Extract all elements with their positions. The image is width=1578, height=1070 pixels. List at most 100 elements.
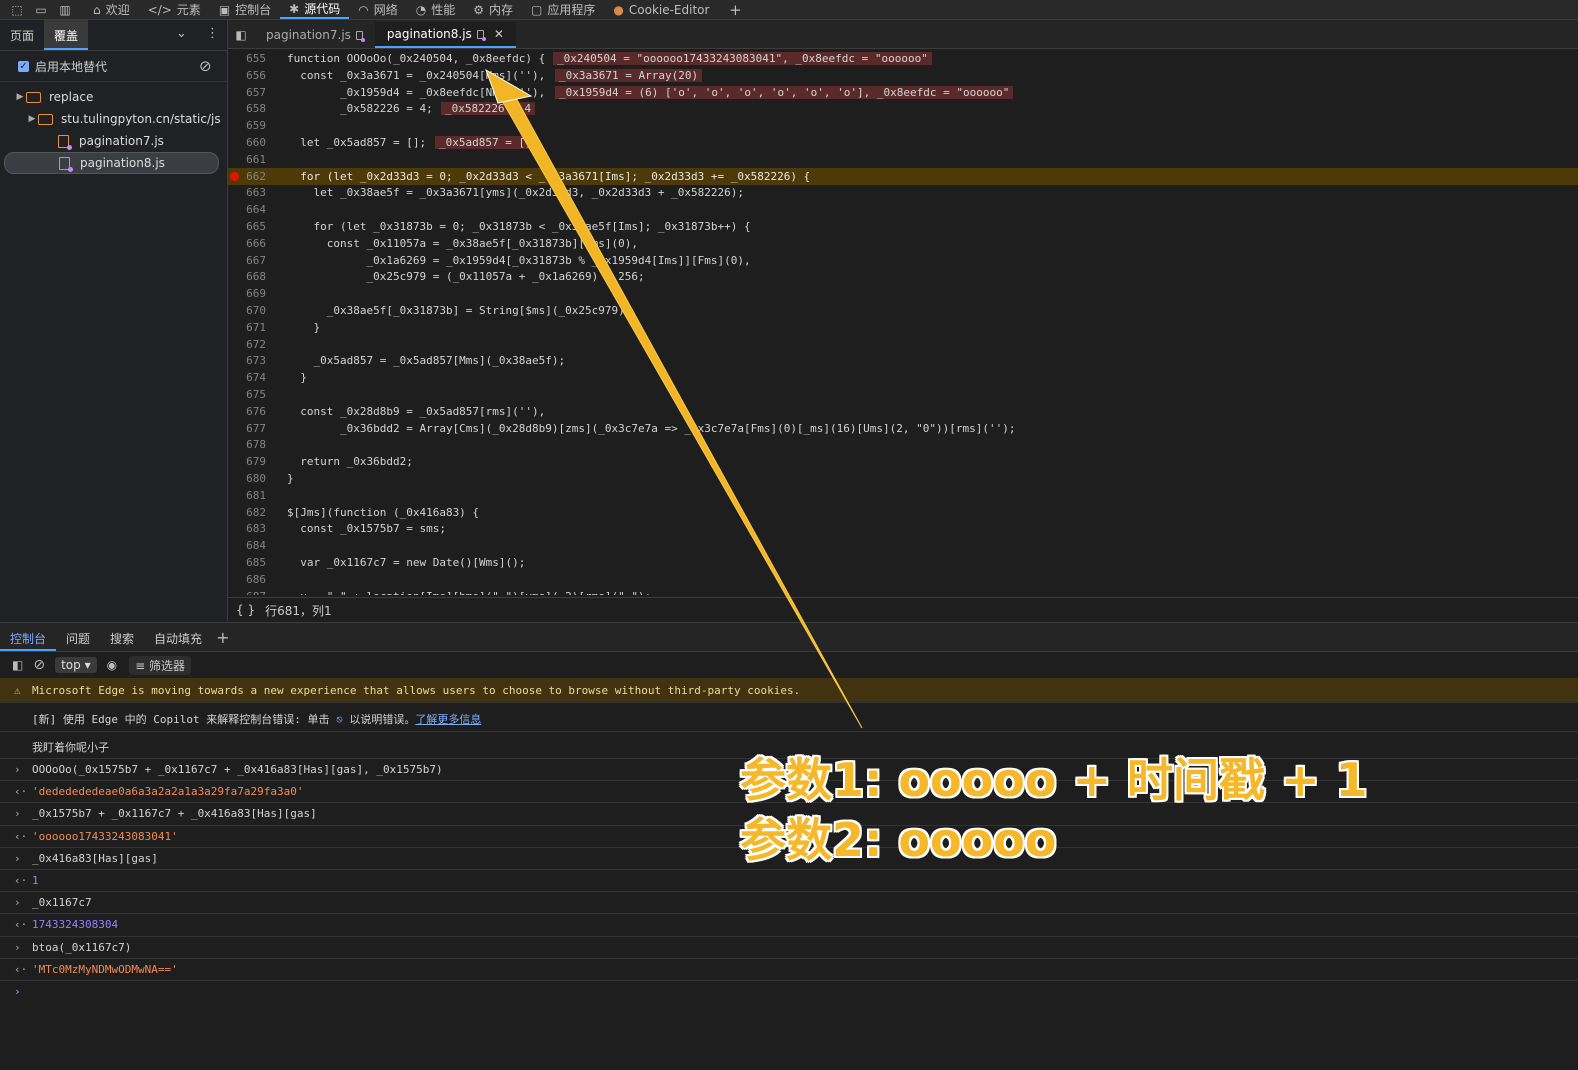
line-number[interactable]: 666	[228, 235, 266, 252]
clear-console-icon[interactable]: ⊘	[33, 657, 45, 673]
editor-tab-pagination7[interactable]: pagination7.js	[254, 22, 375, 48]
breakpoint-icon[interactable]	[230, 171, 239, 181]
learn-more-link[interactable]: 了解更多信息	[415, 713, 481, 726]
filter-input[interactable]: ≡ 筛选器	[129, 655, 191, 675]
code-line[interactable]: 666 const _0x11057a = _0x38ae5f[_0x31873…	[228, 235, 1578, 252]
code-line[interactable]: 671 }	[228, 319, 1578, 336]
sidebar-toggle-icon[interactable]: ◧	[12, 658, 23, 672]
line-number[interactable]: 656	[228, 67, 266, 84]
line-number[interactable]: 674	[228, 369, 266, 386]
code-line[interactable]: 668 _0x25c979 = (_0x11057a + _0x1a6269) …	[228, 268, 1578, 285]
add-tab-icon[interactable]: +	[728, 2, 742, 17]
code-line[interactable]: 657 _0x1959d4 = _0x8eefdc[Nms](''), _0x19…	[228, 84, 1578, 101]
dock-icon[interactable]: ▥	[58, 4, 72, 16]
line-number[interactable]: 672	[228, 336, 266, 353]
console-message[interactable]: ‹· 1	[0, 870, 1578, 893]
line-number[interactable]: 664	[228, 201, 266, 218]
tab-network[interactable]: ◠ 网络	[349, 0, 407, 19]
code-line[interactable]: 683 const _0x1575b7 = sms;	[228, 520, 1578, 537]
editor-tab-pagination8[interactable]: pagination8.js ✕	[374, 22, 516, 48]
clear-overrides-icon[interactable]: ⊘	[199, 57, 212, 75]
context-selector[interactable]: top ▾	[55, 657, 97, 673]
inspect-icon[interactable]: ⬚	[10, 4, 24, 16]
line-number[interactable]: 683	[228, 520, 266, 537]
code-line[interactable]: 665 for (let _0x31873b = 0; _0x31873b < …	[228, 218, 1578, 235]
code-line[interactable]: 684	[228, 537, 1578, 554]
line-number[interactable]: 671	[228, 319, 266, 336]
code-line[interactable]: 669	[228, 285, 1578, 302]
drawer-tab-console[interactable]: 控制台	[0, 623, 57, 651]
line-number[interactable]: 681	[228, 487, 266, 504]
code-line[interactable]: 685 var _0x1167c7 = new Date()[Wms]();	[228, 554, 1578, 571]
line-number[interactable]: 686	[228, 571, 266, 588]
line-number[interactable]: 658	[228, 100, 266, 117]
line-number[interactable]: 657	[228, 84, 266, 101]
copilot-icon[interactable]: ⎋	[329, 713, 349, 726]
drawer-tab-issues[interactable]: 问题	[56, 623, 100, 651]
line-number[interactable]: 659	[228, 117, 266, 134]
console-message[interactable]: ‹· 1743324308304	[0, 914, 1578, 937]
code-line[interactable]: 655 function OOOoOo(_0x240504, _0x8eefdc)…	[228, 50, 1578, 67]
tree-file-pagination7[interactable]: pagination7.js	[0, 130, 227, 152]
tab-console[interactable]: ▣ 控制台	[210, 0, 280, 19]
more-icon[interactable]: ⋮	[206, 26, 219, 41]
code-line[interactable]: 662 for (let _0x2d33d3 = 0; _0x2d33d3 < …	[228, 167, 1578, 185]
line-number[interactable]: 669	[228, 285, 266, 302]
code-line[interactable]: 679 return _0x36bdd2;	[228, 453, 1578, 470]
line-number[interactable]: 668	[228, 268, 266, 285]
tree-folder-replace[interactable]: ▶ replace	[0, 86, 227, 108]
line-number[interactable]: 670	[228, 302, 266, 319]
code-line[interactable]: 658 _0x582226 = 4; _0x582226 = 4	[228, 100, 1578, 117]
line-number[interactable]: 679	[228, 453, 266, 470]
line-number[interactable]: 678	[228, 436, 266, 453]
line-number[interactable]: 667	[228, 252, 266, 269]
tab-cookie-editor[interactable]: ● Cookie-Editor	[604, 0, 718, 19]
code-line[interactable]: 664	[228, 201, 1578, 218]
drawer-tab-autofill[interactable]: 自动填充	[144, 623, 212, 651]
device-toggle-icon[interactable]: ▭	[34, 4, 48, 16]
drawer-tab-search[interactable]: 搜索	[100, 623, 144, 651]
close-icon[interactable]: ✕	[494, 27, 504, 41]
line-number[interactable]: 663	[228, 184, 266, 201]
line-number[interactable]: 676	[228, 403, 266, 420]
code-line[interactable]: 663 let _0x38ae5f = _0x3a3671[yms](_0x2d…	[228, 184, 1578, 201]
line-number[interactable]: 685	[228, 554, 266, 571]
pretty-print-icon[interactable]: { }	[236, 603, 255, 617]
console-message[interactable]: [新] 使用 Edge 中的 Copilot 来解释控制台错误: 单击 ⎋ 以说…	[0, 703, 1578, 732]
code-line[interactable]: 661	[228, 151, 1578, 168]
line-number[interactable]: 655	[228, 50, 266, 67]
tab-performance[interactable]: ◔ 性能	[407, 0, 465, 19]
code-line[interactable]: 659	[228, 117, 1578, 134]
tab-sources[interactable]: ✱ 源代码	[280, 0, 350, 19]
console-message[interactable]: › _0x1167c7	[0, 892, 1578, 915]
console-input[interactable]: ›	[0, 981, 1578, 1003]
console-message[interactable]: ‹· 'MTc0MzMyNDMwODMwNA=='	[0, 959, 1578, 981]
tab-welcome[interactable]: ⌂ 欢迎	[84, 0, 139, 19]
line-number[interactable]: 675	[228, 386, 266, 403]
code-line[interactable]: 687 u = "_" + location[Ims][hms]("_")[ym…	[228, 588, 1578, 595]
line-number[interactable]: 661	[228, 151, 266, 168]
line-number[interactable]: 684	[228, 537, 266, 554]
code-line[interactable]: 667 _0x1a6269 = _0x1959d4[_0x31873b % _0…	[228, 252, 1578, 269]
line-number[interactable]: 660	[228, 134, 266, 151]
code-line[interactable]: 676 const _0x28d8b9 = _0x5ad857[rms]('')…	[228, 403, 1578, 420]
code-line[interactable]: 680}	[228, 470, 1578, 487]
code-line[interactable]: 660 let _0x5ad857 = []; _0x5ad857 = []	[228, 134, 1578, 151]
line-number[interactable]: 687	[228, 588, 266, 595]
code-line[interactable]: 673 _0x5ad857 = _0x5ad857[Mms](_0x38ae5f…	[228, 352, 1578, 369]
tab-application[interactable]: ▢ 应用程序	[522, 0, 604, 19]
code-line[interactable]: 674 }	[228, 369, 1578, 386]
tab-memory[interactable]: ⚙ 内存	[464, 0, 522, 19]
tree-file-pagination8[interactable]: pagination8.js	[4, 152, 219, 174]
code-line[interactable]: 672	[228, 336, 1578, 353]
code-line[interactable]: 656 const _0x3a3671 = _0x240504[Nms]('')…	[228, 67, 1578, 84]
tab-overrides[interactable]: 覆盖	[44, 20, 89, 50]
tree-folder-static-js[interactable]: ▶ stu.tulingpyton.cn/static/js	[0, 108, 227, 130]
code-line[interactable]: 670 _0x38ae5f[_0x31873b] = String[$ms](_…	[228, 302, 1578, 319]
tab-page[interactable]: 页面	[0, 20, 44, 50]
line-number[interactable]: 665	[228, 218, 266, 235]
code-line[interactable]: 678	[228, 436, 1578, 453]
code-line[interactable]: 675	[228, 386, 1578, 403]
code-line[interactable]: 686	[228, 571, 1578, 588]
code-line[interactable]: 677 _0x36bdd2 = Array[Cms](_0x28d8b9)[zm…	[228, 420, 1578, 437]
